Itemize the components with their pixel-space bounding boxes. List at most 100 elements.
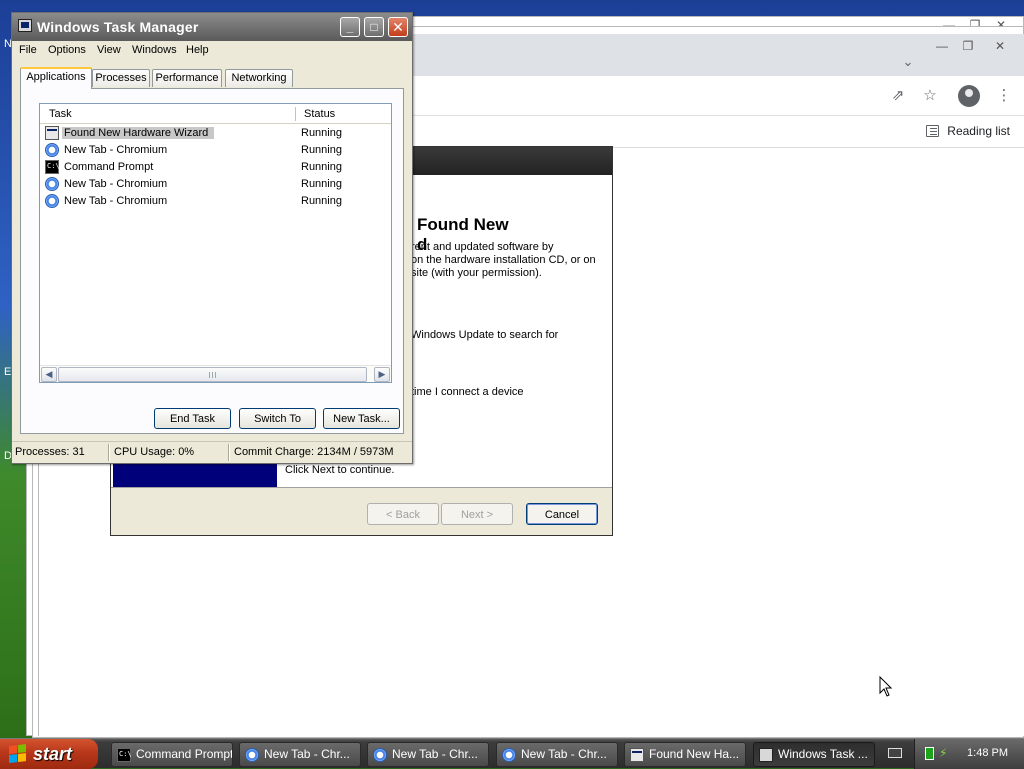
taskbar-item-label: New Tab - Chr... [264, 747, 350, 761]
cmd-icon [45, 160, 60, 174]
tab-applications[interactable]: Applications [20, 67, 92, 89]
task-status: Running [301, 195, 342, 207]
task-status: Running [301, 161, 342, 173]
scrollbar-thumb[interactable] [58, 367, 367, 382]
chromium-icon [45, 177, 59, 191]
cancel-button[interactable]: Cancel [526, 503, 598, 525]
wizard-option-text: time I connect a device [411, 386, 524, 398]
task-status: Running [301, 127, 342, 139]
star-icon[interactable]: ☆ [920, 86, 940, 106]
restore-icon[interactable]: ❐ [956, 38, 980, 54]
taskbar-item-chromium[interactable]: New Tab - Chr... [496, 742, 618, 767]
wizard-continue-text: Click Next to continue. [285, 464, 395, 476]
menu-bar: File Options View Windows Help [12, 41, 412, 61]
new-task-button[interactable]: New Task... [323, 408, 400, 429]
taskmgr-icon [759, 748, 773, 762]
maximize-icon[interactable]: □ [364, 17, 384, 37]
status-bar: Processes: 31 CPU Usage: 0% Commit Charg… [12, 441, 412, 463]
start-label: start [33, 744, 73, 764]
menu-view[interactable]: View [97, 44, 121, 56]
taskbar-item-found-new-hardware[interactable]: Found New Ha... [624, 742, 746, 767]
column-header-status[interactable]: Status [304, 108, 335, 120]
applications-panel: Task Status Found New Hardware Wizard Ru… [20, 88, 404, 434]
horizontal-scrollbar[interactable]: ◀ ▶ [40, 365, 391, 382]
next-button[interactable]: Next > [441, 503, 513, 525]
minimize-icon[interactable]: _ [340, 17, 360, 37]
column-divider[interactable] [295, 107, 296, 121]
share-icon[interactable]: ⇗ [888, 86, 908, 106]
menu-options[interactable]: Options [48, 44, 86, 56]
safely-remove-hardware-icon[interactable]: ⚡ [939, 747, 951, 760]
keyboard-icon[interactable] [888, 748, 902, 758]
clock[interactable]: 1:48 PM [967, 747, 1008, 759]
window-title: Windows Task Manager [37, 19, 199, 35]
task-name: Found New Hardware Wizard [62, 127, 215, 139]
column-header-task[interactable]: Task [49, 108, 72, 120]
reading-list-button[interactable]: Reading list [926, 124, 1010, 138]
processes-count: Processes: 31 [15, 446, 85, 458]
minimize-icon[interactable]: — [930, 38, 954, 54]
wizard-option-text: Windows Update to search for [411, 329, 559, 341]
close-icon[interactable]: ✕ [388, 17, 408, 37]
taskbar-item-chromium[interactable]: New Tab - Chr... [239, 742, 361, 767]
task-manager-window[interactable]: Windows Task Manager _ □ ✕ File Options … [11, 12, 413, 464]
menu-file[interactable]: File [19, 44, 37, 56]
chromium-icon [502, 748, 516, 762]
status-divider [108, 444, 109, 461]
taskbar-item-task-manager[interactable]: Windows Task ... [753, 742, 875, 767]
task-manager-titlebar[interactable]: Windows Task Manager _ □ ✕ [12, 13, 412, 41]
scroll-left-icon[interactable]: ◀ [41, 367, 57, 382]
taskbar-item-label: New Tab - Chr... [521, 747, 607, 761]
chevron-down-icon[interactable]: ⌄ [898, 52, 918, 72]
end-task-button[interactable]: End Task [154, 408, 231, 429]
chromium-icon [373, 748, 387, 762]
table-row[interactable]: New Tab - Chromium Running [40, 142, 391, 159]
tab-networking[interactable]: Networking [225, 69, 293, 87]
profile-icon[interactable] [958, 85, 980, 107]
table-row[interactable]: Command Prompt Running [40, 159, 391, 176]
close-icon[interactable]: ✕ [988, 38, 1012, 54]
system-tray: ⚡ 1:48 PM [914, 739, 1024, 769]
tab-performance[interactable]: Performance [152, 69, 222, 87]
task-name: New Tab - Chromium [64, 144, 168, 156]
reading-list-icon [926, 125, 940, 137]
chromium-icon [45, 194, 59, 208]
switch-to-button[interactable]: Switch To [239, 408, 316, 429]
taskbar: start Command Prompt New Tab - Chr... Ne… [0, 738, 1024, 769]
chromium-icon [245, 748, 259, 762]
table-row[interactable]: New Tab - Chromium Running [40, 193, 391, 210]
taskbar-item-label: Found New Ha... [649, 747, 740, 761]
wizard-icon [45, 126, 59, 140]
tab-processes[interactable]: Processes [92, 69, 150, 87]
task-name: New Tab - Chromium [64, 178, 168, 190]
chromium-icon [45, 143, 59, 157]
taskbar-item-label: Command Prompt [136, 747, 233, 761]
taskmgr-icon [18, 19, 32, 32]
back-button[interactable]: < Back [367, 503, 439, 525]
menu-dots-icon[interactable]: ⋮ [994, 86, 1014, 106]
taskbar-item-chromium[interactable]: New Tab - Chr... [367, 742, 489, 767]
table-row[interactable]: Found New Hardware Wizard Running [40, 125, 391, 142]
status-divider [228, 444, 229, 461]
scroll-right-icon[interactable]: ▶ [374, 367, 390, 382]
reading-list-label: Reading list [947, 124, 1010, 138]
menu-windows[interactable]: Windows [132, 44, 177, 56]
task-list[interactable]: Task Status Found New Hardware Wizard Ru… [39, 103, 392, 383]
table-row[interactable]: New Tab - Chromium Running [40, 176, 391, 193]
taskbar-item-label: New Tab - Chr... [392, 747, 478, 761]
wizard-icon [630, 748, 644, 762]
menu-help[interactable]: Help [186, 44, 209, 56]
task-name: Command Prompt [64, 161, 154, 173]
mouse-cursor-icon [879, 676, 893, 697]
network-icon[interactable] [925, 747, 934, 760]
task-status: Running [301, 178, 342, 190]
cmd-icon [117, 748, 132, 762]
wizard-description: rent and updated software by on the hard… [411, 241, 596, 279]
task-name: New Tab - Chromium [64, 195, 168, 207]
start-button[interactable]: start [0, 739, 98, 769]
grip-icon [209, 372, 216, 378]
taskbar-item-label: Windows Task ... [778, 747, 868, 761]
wizard-divider [111, 487, 612, 488]
taskbar-item-command-prompt[interactable]: Command Prompt [111, 742, 233, 767]
commit-charge: Commit Charge: 2134M / 5973M [234, 446, 394, 458]
